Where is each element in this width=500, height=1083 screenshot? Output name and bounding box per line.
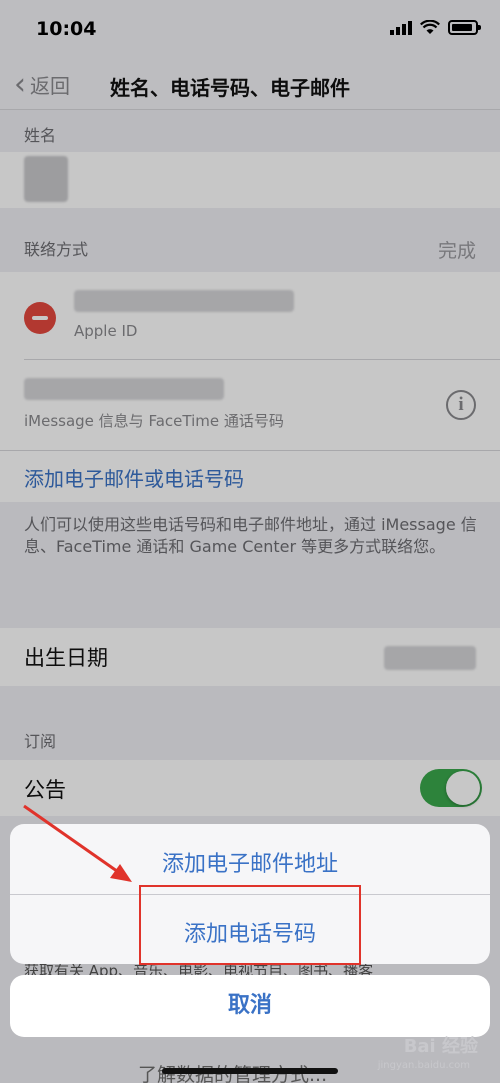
watermark-logo: Bai 经验 [403,1036,478,1057]
home-indicator [162,1068,338,1074]
watermark-url: jingyan.baidu.com [377,1060,470,1071]
annotation-arrow-icon [23,804,132,882]
